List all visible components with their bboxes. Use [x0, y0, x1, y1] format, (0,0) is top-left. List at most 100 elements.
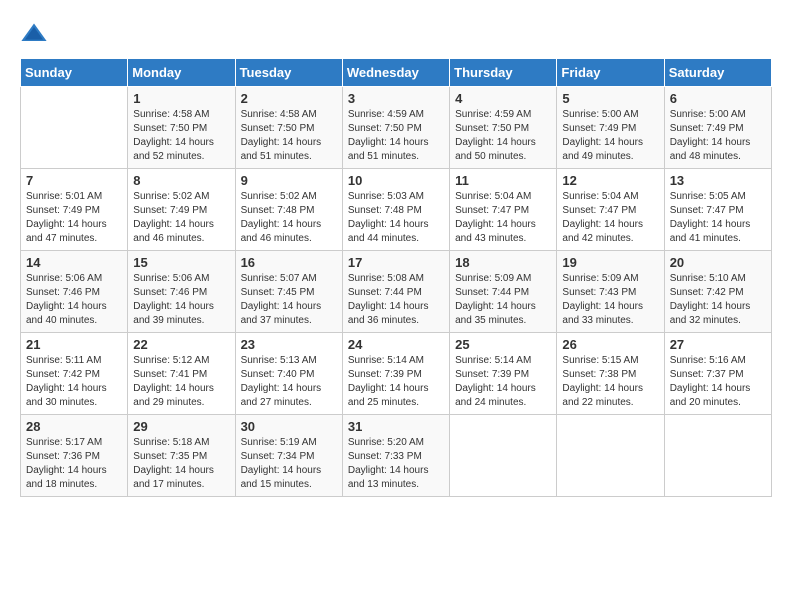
cell-date-number: 18: [455, 255, 551, 270]
cell-sun-info: Sunrise: 5:12 AMSunset: 7:41 PMDaylight:…: [133, 354, 229, 410]
cell-sun-info: Sunrise: 5:06 AMSunset: 7:46 PMDaylight:…: [26, 272, 122, 328]
calendar-cell: [21, 87, 128, 169]
cell-date-number: 23: [241, 337, 337, 352]
cell-sun-info: Sunrise: 5:16 AMSunset: 7:37 PMDaylight:…: [670, 354, 766, 410]
cell-sun-info: Sunrise: 5:11 AMSunset: 7:42 PMDaylight:…: [26, 354, 122, 410]
cell-date-number: 17: [348, 255, 444, 270]
weekday-header-row: SundayMondayTuesdayWednesdayThursdayFrid…: [21, 59, 772, 87]
calendar-cell: 5 Sunrise: 5:00 AMSunset: 7:49 PMDaylight…: [557, 87, 664, 169]
calendar-cell: 9 Sunrise: 5:02 AMSunset: 7:48 PMDaylight…: [235, 169, 342, 251]
cell-date-number: 16: [241, 255, 337, 270]
cell-date-number: 12: [562, 173, 658, 188]
cell-sun-info: Sunrise: 5:02 AMSunset: 7:49 PMDaylight:…: [133, 190, 229, 246]
cell-sun-info: Sunrise: 4:59 AMSunset: 7:50 PMDaylight:…: [348, 108, 444, 164]
cell-date-number: 14: [26, 255, 122, 270]
calendar-cell: 7 Sunrise: 5:01 AMSunset: 7:49 PMDaylight…: [21, 169, 128, 251]
cell-date-number: 27: [670, 337, 766, 352]
cell-sun-info: Sunrise: 5:03 AMSunset: 7:48 PMDaylight:…: [348, 190, 444, 246]
calendar-cell: 19 Sunrise: 5:09 AMSunset: 7:43 PMDayligh…: [557, 251, 664, 333]
cell-date-number: 21: [26, 337, 122, 352]
weekday-header-thursday: Thursday: [450, 59, 557, 87]
cell-sun-info: Sunrise: 5:06 AMSunset: 7:46 PMDaylight:…: [133, 272, 229, 328]
calendar-cell: 6 Sunrise: 5:00 AMSunset: 7:49 PMDaylight…: [664, 87, 771, 169]
cell-date-number: 6: [670, 91, 766, 106]
calendar-cell: 8 Sunrise: 5:02 AMSunset: 7:49 PMDaylight…: [128, 169, 235, 251]
calendar-cell: [450, 415, 557, 497]
cell-date-number: 31: [348, 419, 444, 434]
cell-date-number: 29: [133, 419, 229, 434]
cell-sun-info: Sunrise: 5:20 AMSunset: 7:33 PMDaylight:…: [348, 436, 444, 492]
calendar-cell: 17 Sunrise: 5:08 AMSunset: 7:44 PMDayligh…: [342, 251, 449, 333]
calendar-cell: 30Sunrise: 5:19 AMSunset: 7:34 PMDayligh…: [235, 415, 342, 497]
cell-date-number: 10: [348, 173, 444, 188]
calendar-cell: 22 Sunrise: 5:12 AMSunset: 7:41 PMDayligh…: [128, 333, 235, 415]
calendar-cell: 23 Sunrise: 5:13 AMSunset: 7:40 PMDayligh…: [235, 333, 342, 415]
cell-date-number: 1: [133, 91, 229, 106]
cell-date-number: 3: [348, 91, 444, 106]
cell-date-number: 24: [348, 337, 444, 352]
weekday-header-sunday: Sunday: [21, 59, 128, 87]
cell-sun-info: Sunrise: 5:00 AMSunset: 7:49 PMDaylight:…: [562, 108, 658, 164]
cell-sun-info: Sunrise: 5:19 AMSunset: 7:34 PMDaylight:…: [241, 436, 337, 492]
calendar-cell: 15 Sunrise: 5:06 AMSunset: 7:46 PMDayligh…: [128, 251, 235, 333]
calendar-cell: 3 Sunrise: 4:59 AMSunset: 7:50 PMDaylight…: [342, 87, 449, 169]
cell-sun-info: Sunrise: 5:17 AMSunset: 7:36 PMDaylight:…: [26, 436, 122, 492]
cell-sun-info: Sunrise: 5:08 AMSunset: 7:44 PMDaylight:…: [348, 272, 444, 328]
cell-sun-info: Sunrise: 5:13 AMSunset: 7:40 PMDaylight:…: [241, 354, 337, 410]
cell-sun-info: Sunrise: 4:59 AMSunset: 7:50 PMDaylight:…: [455, 108, 551, 164]
cell-sun-info: Sunrise: 5:00 AMSunset: 7:49 PMDaylight:…: [670, 108, 766, 164]
calendar-cell: 1Sunrise: 4:58 AMSunset: 7:50 PMDaylight…: [128, 87, 235, 169]
cell-sun-info: Sunrise: 5:04 AMSunset: 7:47 PMDaylight:…: [455, 190, 551, 246]
cell-sun-info: Sunrise: 5:02 AMSunset: 7:48 PMDaylight:…: [241, 190, 337, 246]
cell-sun-info: Sunrise: 5:09 AMSunset: 7:43 PMDaylight:…: [562, 272, 658, 328]
cell-date-number: 19: [562, 255, 658, 270]
cell-date-number: 11: [455, 173, 551, 188]
calendar-table: SundayMondayTuesdayWednesdayThursdayFrid…: [20, 58, 772, 497]
calendar-cell: 20 Sunrise: 5:10 AMSunset: 7:42 PMDayligh…: [664, 251, 771, 333]
cell-sun-info: Sunrise: 5:01 AMSunset: 7:49 PMDaylight:…: [26, 190, 122, 246]
cell-date-number: 4: [455, 91, 551, 106]
calendar-cell: 28 Sunrise: 5:17 AMSunset: 7:36 PMDayligh…: [21, 415, 128, 497]
calendar-cell: 14 Sunrise: 5:06 AMSunset: 7:46 PMDayligh…: [21, 251, 128, 333]
cell-date-number: 7: [26, 173, 122, 188]
calendar-cell: 31 Sunrise: 5:20 AMSunset: 7:33 PMDayligh…: [342, 415, 449, 497]
calendar-week-row: 14 Sunrise: 5:06 AMSunset: 7:46 PMDayligh…: [21, 251, 772, 333]
cell-date-number: 15: [133, 255, 229, 270]
calendar-cell: 24Sunrise: 5:14 AMSunset: 7:39 PMDayligh…: [342, 333, 449, 415]
cell-date-number: 20: [670, 255, 766, 270]
calendar-cell: 13 Sunrise: 5:05 AMSunset: 7:47 PMDayligh…: [664, 169, 771, 251]
calendar-cell: 12Sunrise: 5:04 AMSunset: 7:47 PMDayligh…: [557, 169, 664, 251]
calendar-cell: 11 Sunrise: 5:04 AMSunset: 7:47 PMDayligh…: [450, 169, 557, 251]
cell-sun-info: Sunrise: 5:10 AMSunset: 7:42 PMDaylight:…: [670, 272, 766, 328]
cell-sun-info: Sunrise: 5:07 AMSunset: 7:45 PMDaylight:…: [241, 272, 337, 328]
weekday-header-wednesday: Wednesday: [342, 59, 449, 87]
calendar-cell: 4 Sunrise: 4:59 AMSunset: 7:50 PMDaylight…: [450, 87, 557, 169]
cell-date-number: 22: [133, 337, 229, 352]
cell-date-number: 8: [133, 173, 229, 188]
cell-sun-info: Sunrise: 5:15 AMSunset: 7:38 PMDaylight:…: [562, 354, 658, 410]
calendar-cell: 27 Sunrise: 5:16 AMSunset: 7:37 PMDayligh…: [664, 333, 771, 415]
cell-sun-info: Sunrise: 5:05 AMSunset: 7:47 PMDaylight:…: [670, 190, 766, 246]
cell-sun-info: Sunrise: 5:14 AMSunset: 7:39 PMDaylight:…: [455, 354, 551, 410]
logo: [20, 20, 50, 48]
logo-icon: [20, 20, 48, 48]
weekday-header-tuesday: Tuesday: [235, 59, 342, 87]
calendar-cell: 18 Sunrise: 5:09 AMSunset: 7:44 PMDayligh…: [450, 251, 557, 333]
weekday-header-friday: Friday: [557, 59, 664, 87]
cell-sun-info: Sunrise: 5:09 AMSunset: 7:44 PMDaylight:…: [455, 272, 551, 328]
cell-date-number: 5: [562, 91, 658, 106]
calendar-cell: 21 Sunrise: 5:11 AMSunset: 7:42 PMDayligh…: [21, 333, 128, 415]
calendar-week-row: 21 Sunrise: 5:11 AMSunset: 7:42 PMDayligh…: [21, 333, 772, 415]
calendar-cell: 29 Sunrise: 5:18 AMSunset: 7:35 PMDayligh…: [128, 415, 235, 497]
calendar-cell: 2 Sunrise: 4:58 AMSunset: 7:50 PMDaylight…: [235, 87, 342, 169]
calendar-cell: [664, 415, 771, 497]
cell-date-number: 2: [241, 91, 337, 106]
cell-sun-info: Sunrise: 5:18 AMSunset: 7:35 PMDaylight:…: [133, 436, 229, 492]
cell-date-number: 9: [241, 173, 337, 188]
cell-date-number: 28: [26, 419, 122, 434]
cell-sun-info: Sunrise: 4:58 AMSunset: 7:50 PMDaylight:…: [241, 108, 337, 164]
calendar-week-row: 28 Sunrise: 5:17 AMSunset: 7:36 PMDayligh…: [21, 415, 772, 497]
calendar-week-row: 1 Sunrise: 4:58 AMSunset: 7:50 PMDaylight…: [21, 87, 772, 169]
cell-date-number: 13: [670, 173, 766, 188]
weekday-header-saturday: Saturday: [664, 59, 771, 87]
